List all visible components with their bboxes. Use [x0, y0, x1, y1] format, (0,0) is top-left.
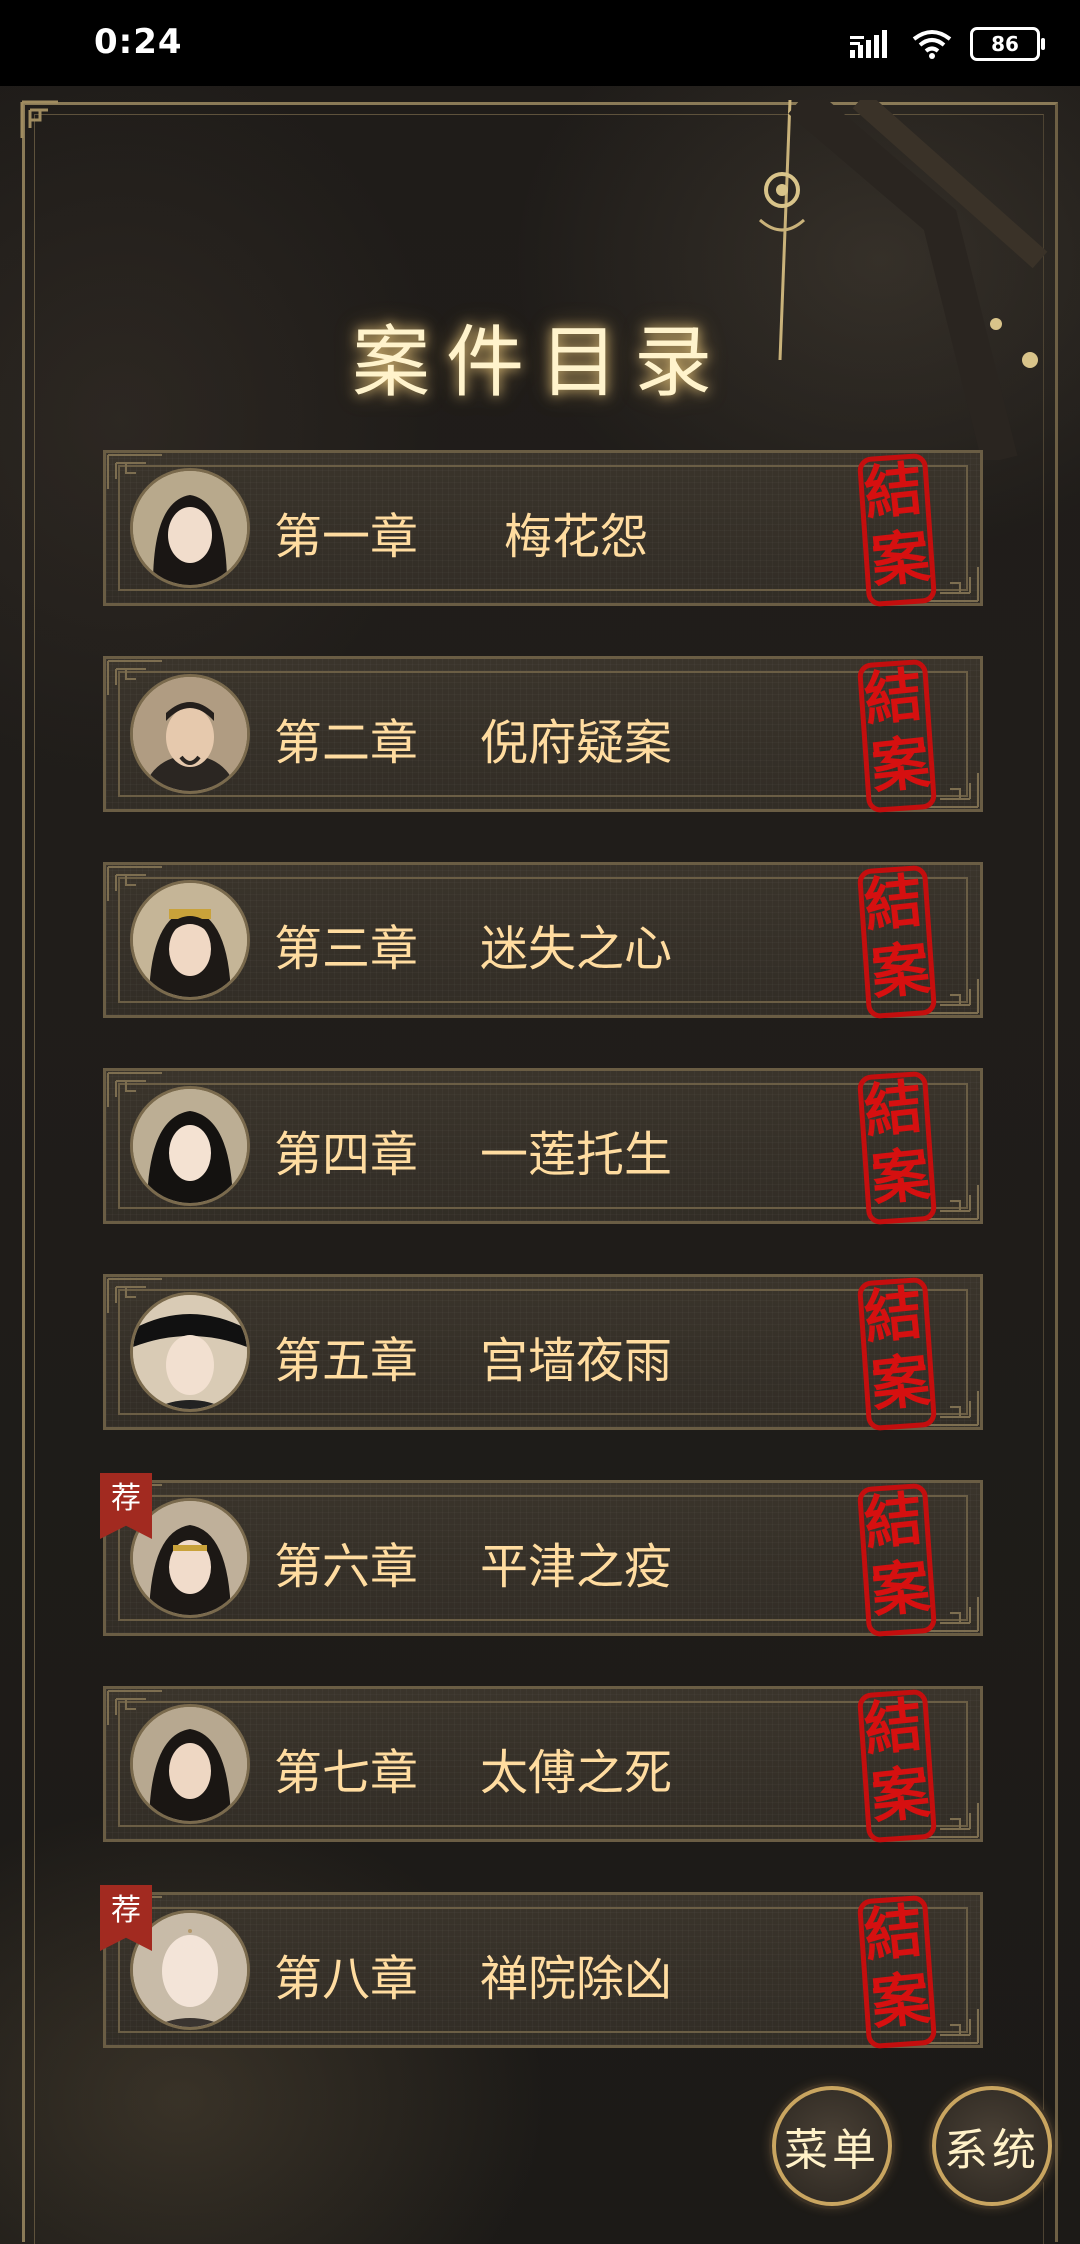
case-closed-seal: 結案 [854, 859, 940, 1025]
chapter-title: 平津之疫 [479, 1539, 672, 1595]
chapter-item-4[interactable]: 第四章 一莲托生 結案 [103, 1068, 983, 1226]
page-title: 案件目录 [351, 318, 728, 408]
chapter-title: 倪府疑案 [479, 715, 672, 771]
chapter-number: 第五章 [274, 1333, 419, 1389]
chapter-item-3[interactable]: 第三章 迷失之心 結案 [103, 862, 983, 1020]
chapter-item-6[interactable]: 荐 第六章 平津之疫 結案 [100, 1473, 983, 1638]
chapter-number: 第四章 [274, 1127, 419, 1183]
chapter-title: 一莲托生 [479, 1127, 672, 1183]
character-avatar [130, 674, 250, 794]
character-avatar [130, 1086, 250, 1206]
case-closed-seal: 結案 [854, 447, 940, 613]
chapter-item-8[interactable]: 荐 第八章 禅院除凶 結案 [100, 1885, 983, 2050]
chapter-number: 第二章 [274, 715, 419, 771]
character-avatar [130, 1292, 250, 1412]
chapter-item-2[interactable]: 第二章 倪府疑案 結案 [103, 656, 983, 814]
chapter-title: 太傅之死 [479, 1745, 672, 1801]
character-avatar [130, 880, 250, 1000]
case-closed-seal: 結案 [854, 1271, 940, 1437]
chapter-number: 第一章 [274, 509, 419, 565]
corner-ornament-icon [20, 100, 58, 138]
case-catalog-screen: 0:24 86 案件目录 第一章 梅花怨 結案 第二章 倪府疑案 結案 第三章 … [0, 0, 1080, 2244]
chapter-item-5[interactable]: 第五章 宫墙夜雨 結案 [103, 1274, 983, 1432]
recommended-badge: 荐 [100, 1473, 152, 1539]
chapter-number: 第三章 [274, 921, 419, 977]
chapter-title: 迷失之心 [479, 921, 672, 977]
chapter-item-7[interactable]: 第七章 太傅之死 結案 [103, 1686, 983, 1844]
chapter-title: 宫墙夜雨 [479, 1333, 672, 1389]
system-button-label: 系统 [944, 2125, 1040, 2176]
recommended-badge: 荐 [100, 1885, 152, 1951]
case-closed-seal: 結案 [854, 1477, 940, 1643]
case-closed-seal: 結案 [854, 653, 940, 819]
signal-icon [850, 30, 887, 58]
status-time: 0:24 [94, 22, 183, 62]
chapter-number: 第六章 [274, 1539, 419, 1595]
chapter-number: 第七章 [274, 1745, 419, 1801]
case-closed-seal: 結案 [854, 1889, 940, 2055]
chapter-number: 第八章 [274, 1951, 419, 2007]
chapter-item-1[interactable]: 第一章 梅花怨 結案 [103, 450, 983, 608]
case-closed-seal: 結案 [854, 1065, 940, 1231]
chapter-title: 梅花怨 [503, 509, 648, 565]
chapter-title: 禅院除凶 [479, 1951, 672, 2007]
menu-button[interactable]: 菜单 [772, 2086, 892, 2206]
battery-icon: 86 [970, 27, 1045, 61]
wifi-icon [912, 30, 952, 59]
system-button[interactable]: 系统 [932, 2086, 1052, 2206]
menu-button-label: 菜单 [784, 2125, 880, 2176]
status-icons: 86 [850, 24, 1045, 64]
character-avatar [130, 468, 250, 588]
status-bar: 0:24 86 [0, 0, 1080, 86]
character-avatar [130, 1704, 250, 1824]
case-closed-seal: 結案 [854, 1683, 940, 1849]
